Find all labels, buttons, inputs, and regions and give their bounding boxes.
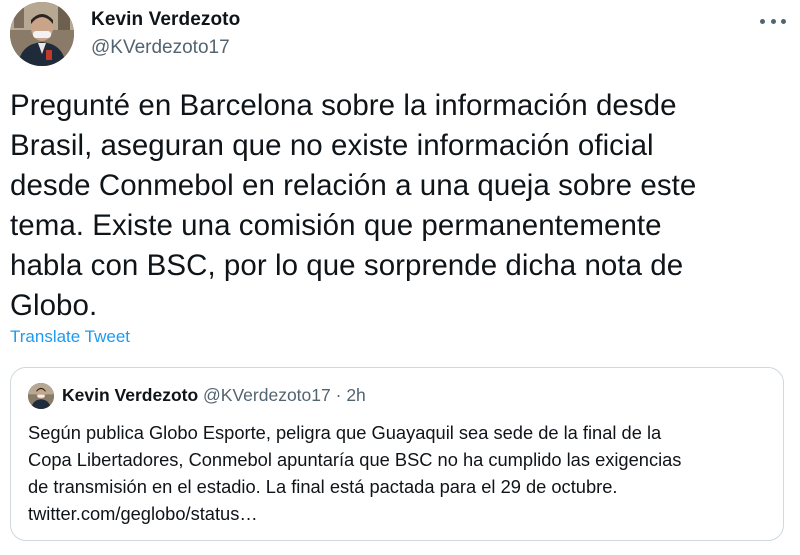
- author-name[interactable]: Kevin Verdezoto: [91, 9, 240, 31]
- more-horizontal-icon: [760, 18, 765, 24]
- tweet-text-line: Pregunté en Barcelona sobre la informaci…: [10, 89, 677, 122]
- quoted-text-line: de transmisión en el estadio. La final e…: [28, 476, 618, 497]
- tweet-text-line: Brasil, aseguran que no existe informaci…: [10, 129, 654, 162]
- author-avatar[interactable]: [10, 2, 74, 66]
- quoted-separator: ·: [335, 385, 342, 405]
- translate-tweet-link[interactable]: Translate Tweet: [10, 327, 130, 347]
- more-options-button[interactable]: [760, 14, 786, 28]
- author-handle[interactable]: @KVerdezoto17: [91, 37, 230, 59]
- tweet-text-line: tema. Existe una comisión que permanente…: [10, 209, 662, 242]
- quoted-tweet[interactable]: Kevin Verdezoto @KVerdezoto17 · 2h Según…: [10, 367, 784, 541]
- tweet-text-line: habla con BSC, por lo que sorprende dich…: [10, 249, 684, 282]
- quoted-tweet-header: Kevin Verdezoto @KVerdezoto17 · 2h: [62, 385, 366, 406]
- quoted-text-line: Según publica Globo Esporte, peligra que…: [28, 422, 662, 443]
- quoted-author-avatar[interactable]: [28, 383, 54, 409]
- quoted-link[interactable]: twitter.com/geglobo/status…: [28, 500, 773, 527]
- quoted-author-handle[interactable]: @KVerdezoto17: [203, 385, 331, 405]
- tweet-text-line: Globo.: [10, 289, 98, 322]
- quoted-tweet-text: Según publica Globo Esporte, peligra que…: [28, 419, 773, 527]
- tweet: Kevin Verdezoto @KVerdezoto17 Pregunté e…: [0, 0, 800, 555]
- more-horizontal-icon-dot: [770, 18, 776, 24]
- quoted-timestamp[interactable]: 2h: [346, 385, 365, 405]
- avatar-photo: [10, 2, 74, 66]
- quoted-author-name[interactable]: Kevin Verdezoto: [62, 385, 198, 405]
- quoted-text-line: Copa Libertadores, Conmebol apuntaría qu…: [28, 449, 682, 470]
- avatar-photo: [28, 383, 54, 409]
- more-horizontal-icon-dot: [781, 18, 786, 24]
- tweet-text: Pregunté en Barcelona sobre la informaci…: [10, 86, 785, 326]
- tweet-text-line: desde Conmebol en relación a una queja s…: [10, 169, 697, 202]
